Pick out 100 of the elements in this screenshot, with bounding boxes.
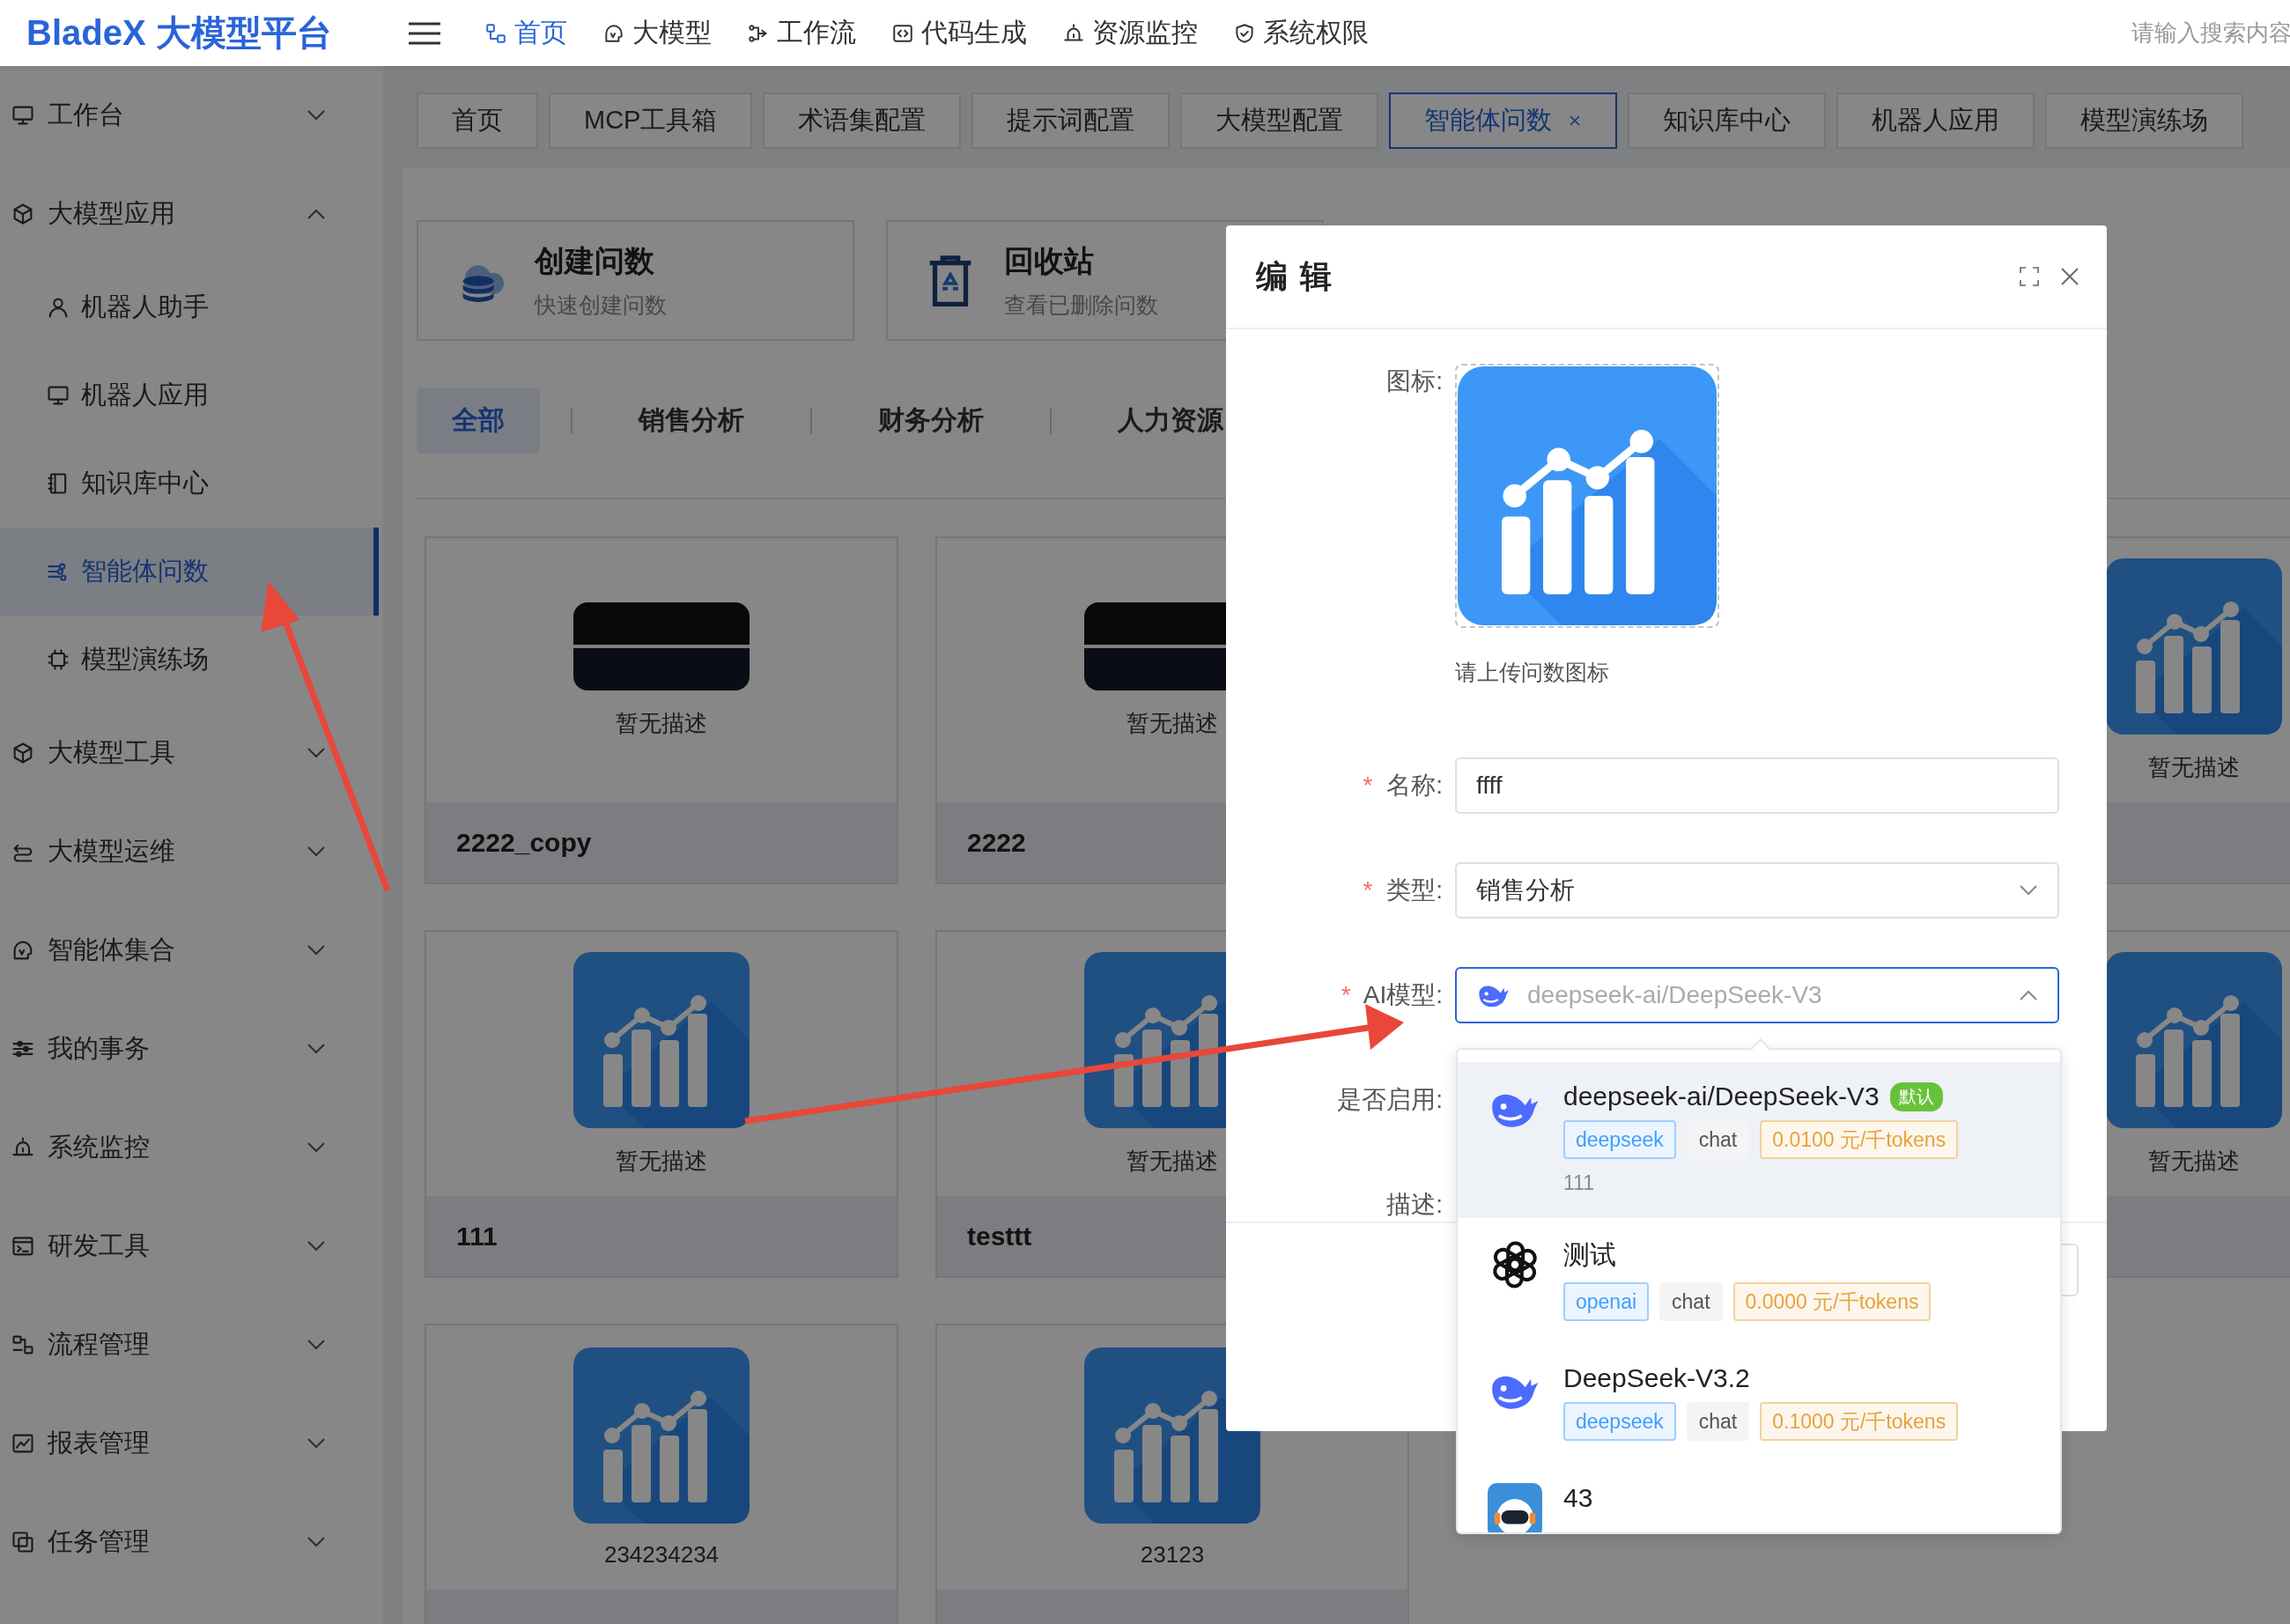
sidebar-item[interactable]: 知识库中心 [0, 439, 379, 528]
select-field[interactable]: 销售分析 [1455, 862, 2059, 919]
chevron-down-icon [307, 1437, 326, 1450]
card-title: 111 [456, 1221, 498, 1251]
chevron-down-icon [307, 1141, 326, 1154]
sidebar-item[interactable]: 流程管理 [0, 1296, 383, 1394]
price-tag: 0.1000 元/千tokens [1760, 1402, 1959, 1441]
card-description: 暂无描述 [2148, 752, 2240, 782]
card-description: 暂无描述 [616, 708, 707, 738]
sidebar-item[interactable]: 大模型工具 [0, 704, 383, 802]
sidebar-item[interactable]: 机器人应用 [0, 351, 379, 439]
tab[interactable]: 提示词配置 [971, 92, 1171, 149]
card-description: 暂无描述 [1127, 708, 1218, 738]
model-description: 111 [1563, 1171, 1595, 1195]
card-title: 2222 [967, 827, 1026, 858]
sidebar-item[interactable]: 智能体集合 [0, 901, 383, 1000]
category-tab[interactable]: 财务分析 [843, 388, 1019, 454]
sidebar-label: 大模型工具 [48, 737, 175, 768]
action-card[interactable]: 创建问数 快速创建问数 [417, 220, 854, 341]
default-badge: 默认 [1889, 1081, 1943, 1111]
action-title: 回收站 [1004, 243, 1095, 279]
tab[interactable]: 智能体问数 [1389, 92, 1618, 149]
tab[interactable]: 首页 [417, 92, 538, 149]
provider-tag: deepseek [1563, 1120, 1676, 1159]
tab[interactable]: MCP工具箱 [549, 92, 753, 149]
agent-card[interactable]: 暂无描述 2222_copy [425, 536, 898, 884]
name-input[interactable]: ffff [1455, 757, 2059, 814]
sidebar-label: 大模型运维 [48, 836, 175, 867]
image-upload[interactable] [1455, 364, 1719, 628]
sidebar-label: 系统监控 [48, 1132, 150, 1163]
tab[interactable]: 模型演练场 [2045, 92, 2244, 149]
chart-icon [573, 1347, 750, 1524]
fullscreen-icon[interactable] [2019, 266, 2040, 287]
sidebar-item[interactable]: 机器人助手 [0, 263, 379, 351]
model-option[interactable]: DeepSeek-V3.2 deepseek chat 0.1000 元/千tokens [1458, 1344, 2060, 1464]
nav-item[interactable]: 工作流 [747, 15, 856, 51]
nav-item[interactable]: 资源监控 [1062, 15, 1198, 51]
field-label: 图标: [1386, 367, 1443, 395]
sidebar-label: 流程管理 [48, 1329, 150, 1360]
sidebar-item[interactable]: 系统监控 [0, 1098, 383, 1197]
sidebar-item[interactable]: 我的事务 [0, 1000, 383, 1098]
sidebar-label: 我的事务 [48, 1033, 150, 1064]
chevron-up-icon [307, 208, 326, 220]
tab[interactable]: 机器人应用 [1836, 92, 2035, 149]
sidebar-label: 工作台 [48, 100, 124, 130]
sidebar-item[interactable]: 任务管理 [0, 1493, 383, 1591]
chevron-up-icon [2019, 989, 2038, 1001]
agent-card[interactable]: 234234234 [425, 1324, 898, 1624]
price-tag: 0.0000 元/千tokens [1732, 1282, 1932, 1321]
model-option[interactable]: 测试 openai chat 0.0000 元/千tokens [1458, 1218, 2060, 1344]
action-subtitle: 查看已删除问数 [1004, 292, 1158, 319]
sidebar-item[interactable]: 报表管理 [0, 1394, 383, 1493]
close-icon[interactable] [2059, 266, 2080, 287]
chevron-down-icon [307, 845, 326, 858]
category-tab[interactable]: 全部 [417, 388, 540, 454]
sidebar-item[interactable]: 模型演练场 [0, 616, 379, 704]
nav-item[interactable]: 大模型 [602, 15, 712, 51]
sidebar-label: 大模型应用 [48, 198, 175, 229]
model-name: 测试 [1563, 1239, 1616, 1271]
chevron-down-icon [307, 1240, 326, 1252]
nav-item[interactable]: 首页 [484, 15, 567, 51]
card-description: 23123 [1140, 1540, 1205, 1569]
model-option[interactable]: 43 [1458, 1464, 2060, 1532]
sidebar-label: 研发工具 [48, 1230, 150, 1261]
sidebar-label: 报表管理 [48, 1428, 150, 1458]
chevron-down-icon [307, 109, 326, 122]
model-option[interactable]: deepseek-ai/DeepSeek-V3 默认 deepseek chat 0.0100 元/千tokens 111 [1458, 1062, 2060, 1218]
tab[interactable]: 知识库中心 [1628, 92, 1827, 149]
nav-item[interactable]: 代码生成 [891, 15, 1027, 51]
close-icon[interactable] [1568, 114, 1583, 128]
app-logo: BladeX 大模型平台 [26, 12, 333, 54]
chip-icon [46, 647, 70, 672]
price-tag: 0.0100 元/千tokens [1760, 1120, 1959, 1159]
card-description: 234234234 [603, 1540, 720, 1569]
tab[interactable]: 术语集配置 [763, 92, 962, 149]
card-title: 2222_copy [456, 827, 592, 858]
nodes-icon [484, 21, 507, 45]
model-name: deepseek-ai/DeepSeek-V3 [1563, 1081, 1880, 1111]
required-mark: * [1363, 771, 1373, 799]
sidebar-item[interactable]: 研发工具 [0, 1197, 383, 1296]
menu-icon[interactable] [409, 20, 440, 46]
chevron-down-icon [307, 1536, 326, 1548]
sidebar-item[interactable]: 工作台 [0, 66, 383, 165]
sidebar-item[interactable]: 智能体问数 [0, 528, 379, 616]
category-tab[interactable]: 销售分析 [603, 388, 779, 454]
upload-hint: 请上传问数图标 [1455, 659, 1610, 686]
search-field[interactable]: 请输入搜索内容 [2131, 19, 2290, 47]
sidebar-item[interactable]: 大模型应用 [0, 165, 383, 263]
provider-tag: openai [1563, 1282, 1650, 1321]
nav-item[interactable]: 系统权限 [1233, 15, 1369, 51]
type-tag: chat [1686, 1120, 1750, 1159]
agent-card[interactable]: 暂无描述 111 [425, 930, 898, 1278]
chart-icon [1458, 366, 1717, 625]
chevron-down-icon [307, 944, 326, 956]
tab[interactable]: 大模型配置 [1180, 92, 1379, 149]
card-title: testtt [967, 1221, 1032, 1251]
shield-icon [1233, 21, 1256, 45]
sidebar-label: 智能体集合 [48, 934, 175, 965]
action-subtitle: 快速创建问数 [535, 292, 667, 319]
sidebar-item[interactable]: 大模型运维 [0, 802, 383, 901]
